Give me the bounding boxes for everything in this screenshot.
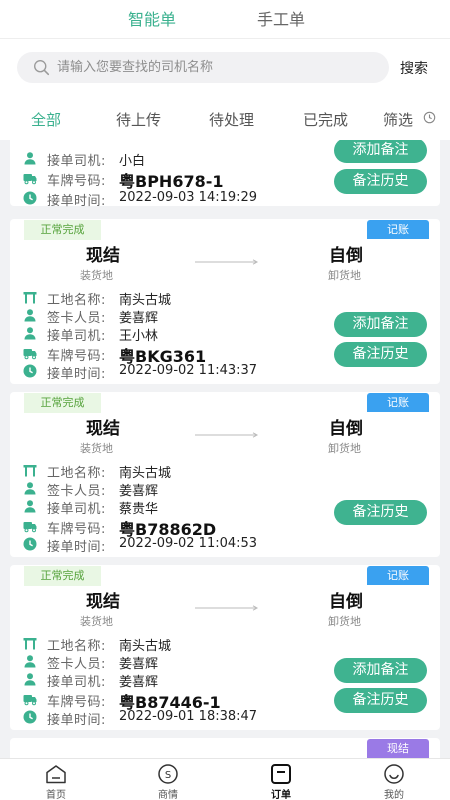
- tab-manual-order[interactable]: 手工单: [257, 6, 305, 30]
- add-note-button[interactable]: 添加备注: [334, 140, 427, 163]
- driver-icon: [24, 152, 36, 165]
- order-card[interactable]: 正常完成 记账 现结 装货地 自倒 卸货地 工地名称: 南头古城 签卡人员: 姜…: [10, 565, 440, 730]
- bottom-nav: 首页 S 商情 订单 我的: [0, 758, 450, 800]
- note-history-button[interactable]: 备注历史: [334, 688, 427, 713]
- clock-icon: [23, 537, 37, 551]
- divider: [0, 38, 450, 39]
- driver-icon: [24, 327, 36, 340]
- order-card[interactable]: 正常完成 记账 现结 装货地 自倒 卸货地 工地名称: 南头古城 签卡人员: 姜…: [10, 392, 440, 557]
- driver-name: 王小林: [119, 329, 159, 344]
- loading-method: 现结: [86, 419, 120, 439]
- order-card[interactable]: 接单司机: 小白 车牌号码: 粤BPH678-1 接单时间: 2022-09-0…: [10, 140, 440, 209]
- filter-tab-pending-upload[interactable]: 待上传: [116, 109, 161, 130]
- search-input[interactable]: [57, 52, 377, 83]
- nav-orders[interactable]: 订单: [251, 759, 311, 800]
- site-icon: [23, 638, 37, 650]
- truck-icon: [23, 522, 37, 533]
- filter-tab-pending[interactable]: 待处理: [209, 109, 254, 130]
- unloading-method: 自倒: [329, 419, 363, 439]
- user-icon: [24, 482, 36, 495]
- market-icon: S: [158, 764, 178, 784]
- order-time: 2022-09-03 14:19:29: [119, 190, 258, 205]
- unloading-method: 自倒: [329, 592, 363, 612]
- order-type-tabs: 智能单 手工单: [0, 6, 450, 34]
- loading-label: 装货地: [80, 615, 113, 628]
- clock-icon: [23, 364, 37, 378]
- loading-method: 现结: [86, 592, 120, 612]
- home-icon: [46, 765, 66, 784]
- signer-name: 姜喜辉: [119, 657, 159, 672]
- driver-icon: [24, 673, 36, 686]
- tab-smart-order[interactable]: 智能单: [128, 6, 176, 30]
- filter-tab-all[interactable]: 全部: [31, 109, 61, 130]
- order-list[interactable]: 接单司机: 小白 车牌号码: 粤BPH678-1 接单时间: 2022-09-0…: [0, 140, 450, 760]
- arrow-icon: [195, 259, 259, 265]
- add-note-button[interactable]: 添加备注: [334, 658, 427, 683]
- status-badge: 正常完成: [24, 566, 101, 586]
- order-icon: [271, 764, 291, 784]
- search-box[interactable]: [17, 52, 389, 83]
- driver-name: 蔡贵华: [119, 502, 159, 517]
- note-history-button[interactable]: 备注历史: [334, 500, 427, 525]
- order-card[interactable]: 现结: [10, 738, 440, 760]
- truck-icon: [23, 349, 37, 360]
- nav-profile[interactable]: 我的: [364, 759, 424, 800]
- type-badge: 现结: [367, 739, 429, 758]
- search-icon: [34, 60, 50, 76]
- unloading-method: 自倒: [329, 246, 363, 266]
- loading-method: 现结: [86, 246, 120, 266]
- driver-icon: [24, 500, 36, 513]
- order-time: 2022-09-01 18:38:47: [119, 709, 258, 724]
- arrow-icon: [195, 605, 259, 611]
- nav-market[interactable]: S 商情: [138, 759, 198, 800]
- type-badge: 记账: [367, 566, 429, 585]
- site-icon: [23, 292, 37, 304]
- status-badge: 正常完成: [24, 220, 101, 240]
- truck-icon: [23, 174, 37, 185]
- order-time: 2022-09-02 11:04:53: [119, 536, 258, 551]
- filter-button[interactable]: 筛选: [383, 109, 413, 130]
- unloading-label: 卸货地: [328, 269, 361, 282]
- add-note-button[interactable]: 添加备注: [334, 312, 427, 337]
- site-name: 南头古城: [119, 466, 172, 481]
- arrow-icon: [195, 432, 259, 438]
- unloading-label: 卸货地: [328, 615, 361, 628]
- clock-icon: [23, 710, 37, 724]
- profile-icon: [384, 764, 404, 784]
- user-icon: [24, 309, 36, 322]
- driver-name: 姜喜辉: [119, 675, 159, 690]
- truck-icon: [23, 695, 37, 706]
- unloading-label: 卸货地: [328, 442, 361, 455]
- site-name: 南头古城: [119, 293, 172, 308]
- driver-name: 小白: [119, 154, 146, 169]
- order-card[interactable]: 正常完成 记账 现结 装货地 自倒 卸货地 工地名称: 南头古城 签卡人员: 姜…: [10, 219, 440, 384]
- type-badge: 记账: [367, 393, 429, 412]
- user-icon: [24, 655, 36, 668]
- plate-number: 粤BPH678-1: [119, 172, 224, 191]
- note-history-button[interactable]: 备注历史: [334, 169, 427, 194]
- signer-name: 姜喜辉: [119, 311, 159, 326]
- top-bar: 智能单 手工单 搜索 全部 待上传 待处理 已完成 筛选: [0, 0, 450, 140]
- signer-name: 姜喜辉: [119, 484, 159, 499]
- site-icon: [23, 465, 37, 477]
- svg-text:S: S: [165, 770, 171, 781]
- note-history-button[interactable]: 备注历史: [334, 342, 427, 367]
- order-time: 2022-09-02 11:43:37: [119, 363, 258, 378]
- clock-icon[interactable]: [423, 111, 436, 124]
- loading-label: 装货地: [80, 269, 113, 282]
- search-button[interactable]: 搜索: [400, 58, 428, 78]
- nav-home[interactable]: 首页: [26, 759, 86, 800]
- site-name: 南头古城: [119, 639, 172, 654]
- loading-label: 装货地: [80, 442, 113, 455]
- type-badge: 记账: [367, 220, 429, 239]
- filter-tab-completed[interactable]: 已完成: [303, 109, 348, 130]
- status-badge: 正常完成: [24, 393, 101, 413]
- clock-icon: [23, 191, 37, 205]
